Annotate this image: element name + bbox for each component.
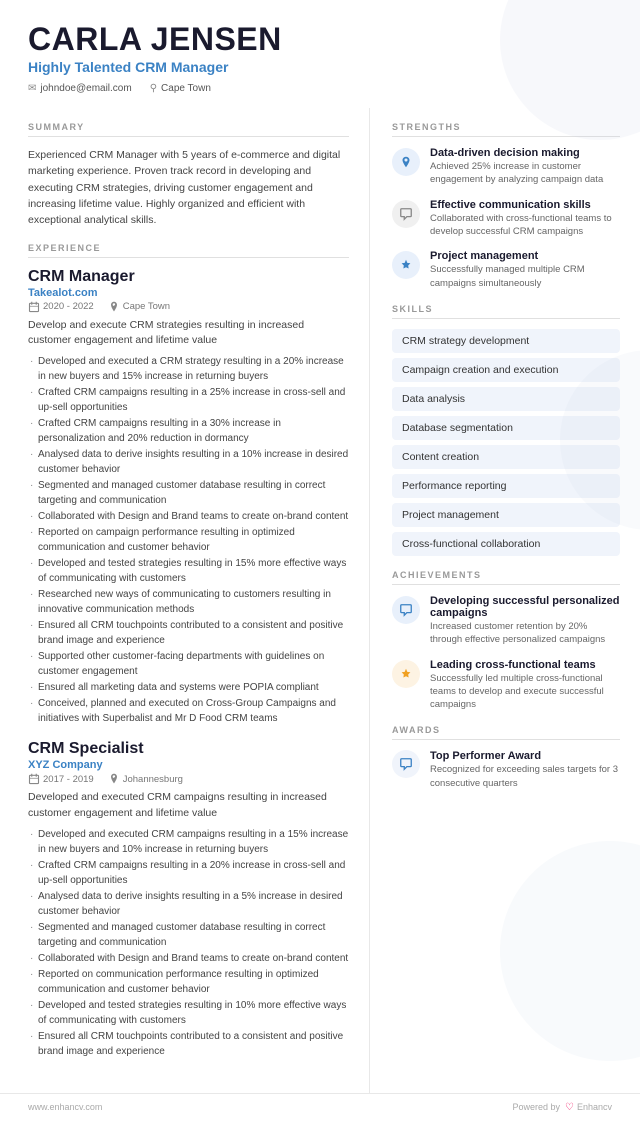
exp-bullet: Developed and executed CRM campaigns res… xyxy=(28,827,349,857)
footer-brand: Powered by ♡ Enhancv xyxy=(512,1102,612,1113)
experience-item-1: CRM Manager Takealot.com 2020 - 2022 Cap… xyxy=(28,268,349,727)
right-column: STRENGTHS Data-driven decision making Ac… xyxy=(370,108,640,1092)
exp-period-2: 2017 - 2019 xyxy=(28,773,94,785)
exp-location-1: Cape Town xyxy=(108,301,170,313)
exp-title-2: CRM Specialist xyxy=(28,740,349,758)
data-driven-icon xyxy=(392,148,420,176)
resume-page: CARLA JENSEN Highly Talented CRM Manager… xyxy=(0,0,640,1121)
exp-bullet: Developed and tested strategies resultin… xyxy=(28,998,349,1028)
exp-bullet: Crafted CRM campaigns resulting in a 30%… xyxy=(28,416,349,446)
skills-label: SKILLS xyxy=(392,304,620,319)
achievement-item-2: Leading cross-functional teams Successfu… xyxy=(392,659,620,712)
exp-bullet: Supported other customer-facing departme… xyxy=(28,649,349,679)
location-icon: ⚲ xyxy=(150,83,157,94)
exp-location-2: Johannesburg xyxy=(108,773,183,785)
exp-bullet: Conceived, planned and executed on Cross… xyxy=(28,696,349,726)
award-icon-1 xyxy=(392,750,420,778)
header-contact: ✉ johndoe@email.com ⚲ Cape Town xyxy=(28,83,612,94)
skill-item-7: Project management xyxy=(392,503,620,527)
exp-bullet: Analysed data to derive insights resulti… xyxy=(28,889,349,919)
exp-bullet: Developed and executed a CRM strategy re… xyxy=(28,354,349,384)
exp-bullet: Analysed data to derive insights resulti… xyxy=(28,447,349,477)
exp-bullet: Collaborated with Design and Brand teams… xyxy=(28,509,349,524)
exp-bullet: Segmented and managed customer database … xyxy=(28,478,349,508)
exp-company-2: XYZ Company xyxy=(28,759,349,771)
heart-icon: ♡ xyxy=(565,1102,574,1113)
brand-name: Enhancv xyxy=(577,1102,612,1112)
summary-label: SUMMARY xyxy=(28,122,349,137)
summary-text: Experienced CRM Manager with 5 years of … xyxy=(28,147,349,228)
exp-bullets-1: Developed and executed a CRM strategy re… xyxy=(28,354,349,726)
strength-item-2: Effective communication skills Collabora… xyxy=(392,199,620,239)
achievement-text-1: Developing successful personalized campa… xyxy=(430,595,620,647)
footer: www.enhancv.com Powered by ♡ Enhancv xyxy=(0,1093,640,1121)
exp-company-1: Takealot.com xyxy=(28,287,349,299)
exp-bullet: Crafted CRM campaigns resulting in a 25%… xyxy=(28,385,349,415)
exp-intro-2: Developed and executed CRM campaigns res… xyxy=(28,790,349,822)
exp-bullet: Ensured all CRM touchpoints contributed … xyxy=(28,618,349,648)
exp-bullet: Researched new ways of communicating to … xyxy=(28,587,349,617)
communication-icon xyxy=(392,200,420,228)
achievements-label: ACHIEVEMENTS xyxy=(392,570,620,585)
experience-item-2: CRM Specialist XYZ Company 2017 - 2019 J… xyxy=(28,740,349,1059)
exp-title-1: CRM Manager xyxy=(28,268,349,286)
brand-logo: ♡ Enhancv xyxy=(565,1102,612,1113)
skill-item-6: Performance reporting xyxy=(392,474,620,498)
exp-intro-1: Develop and execute CRM strategies resul… xyxy=(28,318,349,350)
strength-item-1: Data-driven decision making Achieved 25%… xyxy=(392,147,620,187)
header: CARLA JENSEN Highly Talented CRM Manager… xyxy=(0,0,640,108)
footer-url: www.enhancv.com xyxy=(28,1102,102,1112)
skill-item-8: Cross-functional collaboration xyxy=(392,532,620,556)
exp-bullet: Reported on communication performance re… xyxy=(28,967,349,997)
experience-label: EXPERIENCE xyxy=(28,243,349,258)
exp-bullet: Developed and tested strategies resultin… xyxy=(28,556,349,586)
skill-item-1: CRM strategy development xyxy=(392,329,620,353)
exp-bullets-2: Developed and executed CRM campaigns res… xyxy=(28,827,349,1059)
achievement-text-2: Leading cross-functional teams Successfu… xyxy=(430,659,620,712)
skill-item-3: Data analysis xyxy=(392,387,620,411)
award-text-1: Top Performer Award Recognized for excee… xyxy=(430,750,620,790)
exp-bullet: Reported on campaign performance resulti… xyxy=(28,525,349,555)
exp-meta-2: 2017 - 2019 Johannesburg xyxy=(28,773,349,785)
skill-item-5: Content creation xyxy=(392,445,620,469)
email-icon: ✉ xyxy=(28,83,36,94)
main-content: SUMMARY Experienced CRM Manager with 5 y… xyxy=(0,108,640,1092)
exp-meta-1: 2020 - 2022 Cape Town xyxy=(28,301,349,313)
exp-bullet: Collaborated with Design and Brand teams… xyxy=(28,951,349,966)
skill-item-2: Campaign creation and execution xyxy=(392,358,620,382)
candidate-title: Highly Talented CRM Manager xyxy=(28,59,612,75)
exp-bullet: Ensured all CRM touchpoints contributed … xyxy=(28,1029,349,1059)
achievement-icon-2 xyxy=(392,660,420,688)
strength-text-2: Effective communication skills Collabora… xyxy=(430,199,620,239)
powered-by-label: Powered by xyxy=(512,1102,560,1112)
achievement-icon-1 xyxy=(392,596,420,624)
left-column: SUMMARY Experienced CRM Manager with 5 y… xyxy=(0,108,370,1092)
exp-bullet: Segmented and managed customer database … xyxy=(28,920,349,950)
exp-bullet: Ensured all marketing data and systems w… xyxy=(28,680,349,695)
strength-text-3: Project management Successfully managed … xyxy=(430,250,620,290)
exp-period-1: 2020 - 2022 xyxy=(28,301,94,313)
awards-label: AWARDS xyxy=(392,725,620,740)
skill-item-4: Database segmentation xyxy=(392,416,620,440)
achievement-item-1: Developing successful personalized campa… xyxy=(392,595,620,647)
award-item-1: Top Performer Award Recognized for excee… xyxy=(392,750,620,790)
strength-item-3: Project management Successfully managed … xyxy=(392,250,620,290)
candidate-name: CARLA JENSEN xyxy=(28,22,612,57)
strength-text-1: Data-driven decision making Achieved 25%… xyxy=(430,147,620,187)
strengths-label: STRENGTHS xyxy=(392,122,620,137)
location-contact: ⚲ Cape Town xyxy=(150,83,211,94)
email-contact: ✉ johndoe@email.com xyxy=(28,83,132,94)
exp-bullet: Crafted CRM campaigns resulting in a 20%… xyxy=(28,858,349,888)
project-mgmt-icon xyxy=(392,251,420,279)
